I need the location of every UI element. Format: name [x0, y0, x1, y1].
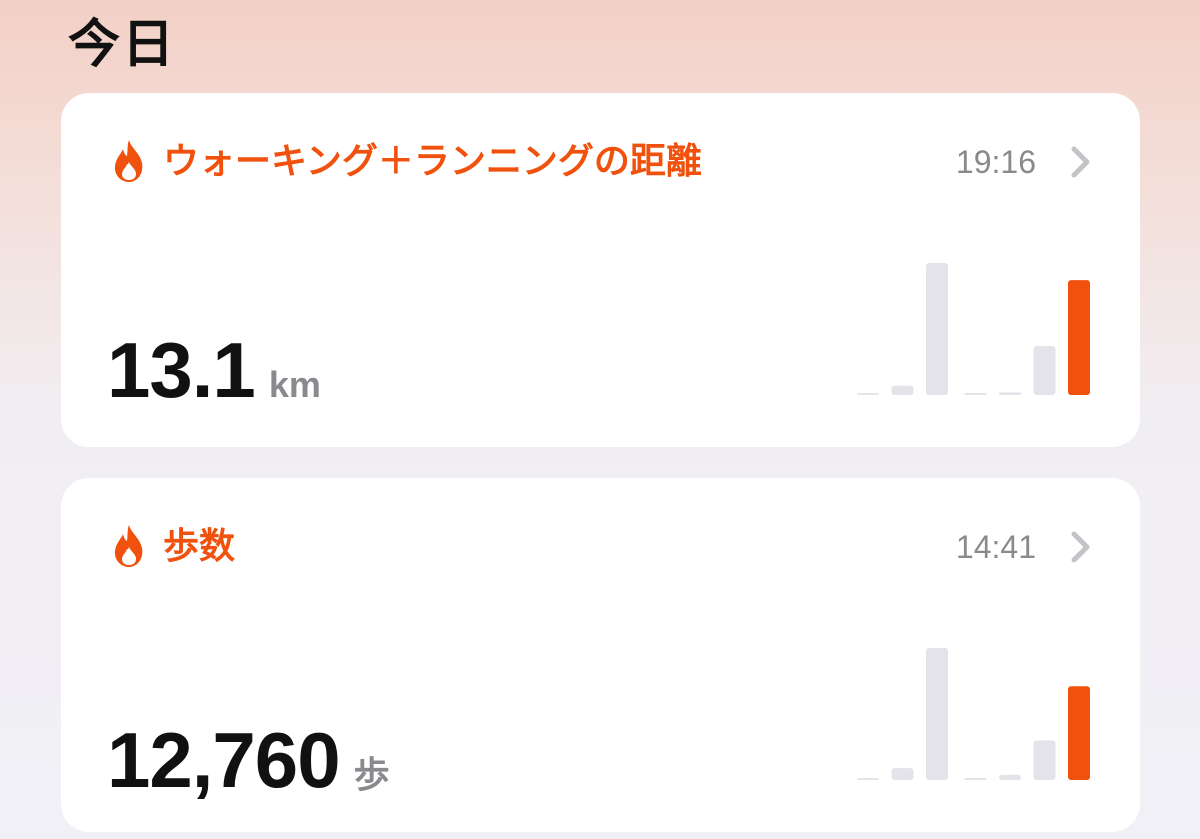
bar: [1033, 346, 1056, 395]
bar-today: [1068, 686, 1090, 780]
card-header: ウォーキング＋ランニングの距離 19:16: [109, 137, 1092, 187]
mini-bar-chart: [857, 648, 1090, 780]
bar: [999, 774, 1021, 780]
bar: [891, 385, 914, 395]
card-title: 歩数: [163, 526, 236, 567]
metric-value-group: 13.1 km: [107, 325, 321, 416]
bar: [857, 778, 879, 780]
bar: [891, 768, 914, 780]
bar-today: [1068, 280, 1090, 395]
flame-icon: [114, 525, 143, 567]
bar: [964, 778, 987, 780]
bar: [1033, 740, 1056, 780]
flame-icon: [114, 140, 143, 182]
bar: [964, 393, 987, 395]
metric-value-group: 12,760 歩: [107, 715, 390, 806]
bar: [857, 393, 879, 395]
bar: [999, 392, 1021, 395]
bar: [926, 263, 948, 395]
timestamp: 14:41: [955, 529, 1036, 565]
chevron-right-icon[interactable]: [1070, 530, 1092, 564]
timestamp: 19:16: [955, 144, 1036, 180]
metric-value: 12,760: [107, 716, 341, 804]
bar: [926, 648, 948, 780]
metric-unit: km: [268, 364, 321, 405]
section-title: 今日: [68, 15, 177, 75]
card-title: ウォーキング＋ランニングの距離: [163, 141, 702, 182]
metric-unit: 歩: [353, 754, 390, 795]
distance-card[interactable]: ウォーキング＋ランニングの距離 19:16 13.1 km: [61, 93, 1140, 447]
steps-card[interactable]: 歩数 14:41 12,760 歩: [61, 478, 1140, 832]
mini-bar-chart: [857, 263, 1090, 395]
card-header: 歩数 14:41: [109, 522, 1092, 572]
metric-value: 13.1: [107, 326, 256, 414]
chevron-right-icon[interactable]: [1070, 145, 1092, 179]
